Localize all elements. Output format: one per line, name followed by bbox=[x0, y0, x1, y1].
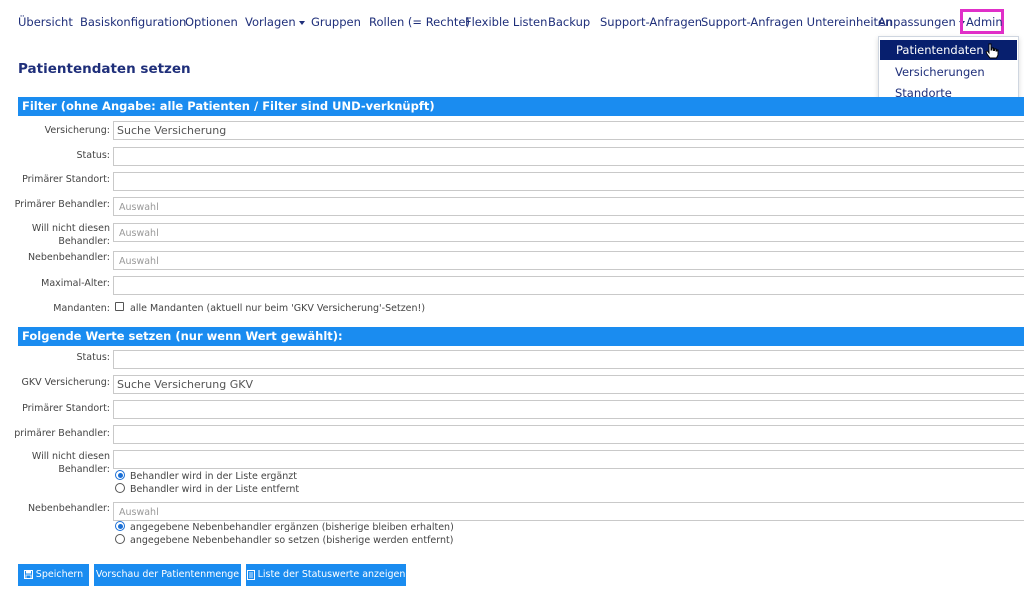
will-add-radio-label: Behandler wird in der Liste ergänzt bbox=[130, 471, 297, 482]
set-nebenbehandler-label: Nebenbehandler: bbox=[27, 503, 110, 514]
hand-cursor-icon bbox=[985, 43, 999, 59]
filter-will-nicht-field[interactable]: Auswahl bbox=[113, 223, 1024, 242]
gkv-search-field[interactable]: Suche Versicherung GKV bbox=[113, 375, 1024, 394]
neben-add-radio-label: angegebene Nebenbehandler ergänzen (bish… bbox=[130, 522, 454, 533]
nav-uebersicht[interactable]: Übersicht bbox=[18, 15, 73, 29]
filter-standort-field[interactable] bbox=[113, 172, 1024, 191]
will-remove-radio-label: Behandler wird in der Liste entfernt bbox=[130, 484, 300, 495]
nav-vorlagen-label: Vorlagen bbox=[245, 15, 296, 29]
behandler-label: Primärer Behandler: bbox=[14, 199, 110, 210]
filter-behandler-field[interactable]: Auswahl bbox=[113, 197, 1024, 216]
list-status-button[interactable]: Liste der Statuswerte anzeigen bbox=[246, 564, 406, 586]
set-behandler-field[interactable] bbox=[113, 425, 1024, 444]
preview-button[interactable]: Vorschau der Patientenmenge bbox=[94, 564, 241, 586]
filter-section-header: Filter (ohne Angabe: alle Patienten / Fi… bbox=[18, 97, 1024, 116]
set-values-section-header: Folgende Werte setzen (nur wenn Wert gew… bbox=[18, 327, 1024, 346]
caret-down-icon bbox=[298, 20, 305, 25]
top-nav: Übersicht Basiskonfiguration Optionen Vo… bbox=[0, 0, 1024, 44]
set-status-field[interactable] bbox=[113, 350, 1024, 369]
set-will-nicht-label-line2: Behandler: bbox=[58, 464, 110, 475]
nav-admin[interactable]: Admin bbox=[966, 15, 1003, 29]
preview-button-label: Vorschau der Patientenmenge bbox=[95, 569, 240, 580]
set-nebenbehandler-field[interactable]: Auswahl bbox=[113, 502, 1024, 521]
standort-label: Primärer Standort: bbox=[22, 174, 110, 185]
mandanten-checkbox[interactable] bbox=[115, 302, 124, 311]
list-status-button-label: Liste der Statuswerte anzeigen bbox=[257, 569, 406, 580]
filter-nebenbehandler-field[interactable]: Auswahl bbox=[113, 251, 1024, 270]
dropdown-item-versicherungen[interactable]: Versicherungen bbox=[879, 62, 1018, 82]
save-button[interactable]: Speichern bbox=[18, 564, 89, 586]
set-will-nicht-field[interactable] bbox=[113, 450, 1024, 469]
mandanten-label: Mandanten: bbox=[53, 303, 110, 314]
neben-set-radio-label: angegebene Nebenbehandler so setzen (bis… bbox=[130, 535, 454, 546]
gkv-search-value: Suche Versicherung GKV bbox=[117, 378, 253, 391]
behandler-placeholder: Auswahl bbox=[119, 202, 159, 213]
nav-flexible-listen[interactable]: Flexible Listen bbox=[465, 15, 547, 29]
set-status-label: Status: bbox=[76, 352, 110, 363]
will-nicht-label-line1: Will nicht diesen bbox=[31, 223, 110, 234]
filter-status-field[interactable] bbox=[113, 147, 1024, 166]
will-add-radio[interactable] bbox=[115, 470, 125, 480]
nav-basiskonfiguration[interactable]: Basiskonfiguration bbox=[80, 15, 186, 29]
will-remove-radio[interactable] bbox=[115, 483, 125, 493]
set-standort-field[interactable] bbox=[113, 400, 1024, 419]
set-standort-label: Primärer Standort: bbox=[22, 403, 110, 414]
neben-set-radio[interactable] bbox=[115, 534, 125, 544]
nav-support-untereinheiten[interactable]: Support-Anfragen Untereinheiten bbox=[701, 15, 892, 29]
versicherung-label: Versicherung: bbox=[44, 125, 110, 136]
nav-backup[interactable]: Backup bbox=[548, 15, 590, 29]
versicherung-search-value: Suche Versicherung bbox=[117, 124, 227, 137]
set-nebenbehandler-placeholder: Auswahl bbox=[119, 507, 159, 518]
nav-anpassungen-label: Anpassungen bbox=[878, 15, 956, 29]
nav-vorlagen[interactable]: Vorlagen bbox=[245, 15, 305, 29]
set-behandler-label: primärer Behandler: bbox=[14, 428, 110, 439]
versicherung-search-field[interactable]: Suche Versicherung bbox=[113, 121, 1024, 140]
nav-gruppen[interactable]: Gruppen bbox=[311, 15, 361, 29]
neben-add-radio[interactable] bbox=[115, 521, 125, 531]
nav-rollen[interactable]: Rollen (= Rechte) bbox=[369, 15, 470, 29]
mandanten-checkbox-text: alle Mandanten (aktuell nur beim 'GKV Ve… bbox=[130, 303, 426, 314]
nebenbehandler-label: Nebenbehandler: bbox=[27, 252, 110, 263]
nav-anpassungen[interactable]: Anpassungen bbox=[878, 15, 965, 29]
gkv-label: GKV Versicherung: bbox=[21, 377, 110, 388]
nav-support-anfragen[interactable]: Support-Anfragen bbox=[600, 15, 702, 29]
maximal-alter-label: Maximal-Alter: bbox=[41, 278, 110, 289]
nebenbehandler-placeholder: Auswahl bbox=[119, 256, 159, 267]
status-label: Status: bbox=[76, 150, 110, 161]
maximal-alter-field[interactable] bbox=[113, 276, 1024, 295]
page-title: Patientendaten setzen bbox=[18, 61, 191, 77]
save-button-label: Speichern bbox=[35, 569, 84, 580]
document-icon bbox=[246, 569, 255, 580]
set-will-nicht-label-line1: Will nicht diesen bbox=[31, 451, 110, 462]
will-nicht-label-line2: Behandler: bbox=[58, 236, 110, 247]
will-nicht-placeholder: Auswahl bbox=[119, 228, 159, 239]
floppy-disk-icon bbox=[23, 570, 33, 579]
nav-optionen[interactable]: Optionen bbox=[185, 15, 238, 29]
